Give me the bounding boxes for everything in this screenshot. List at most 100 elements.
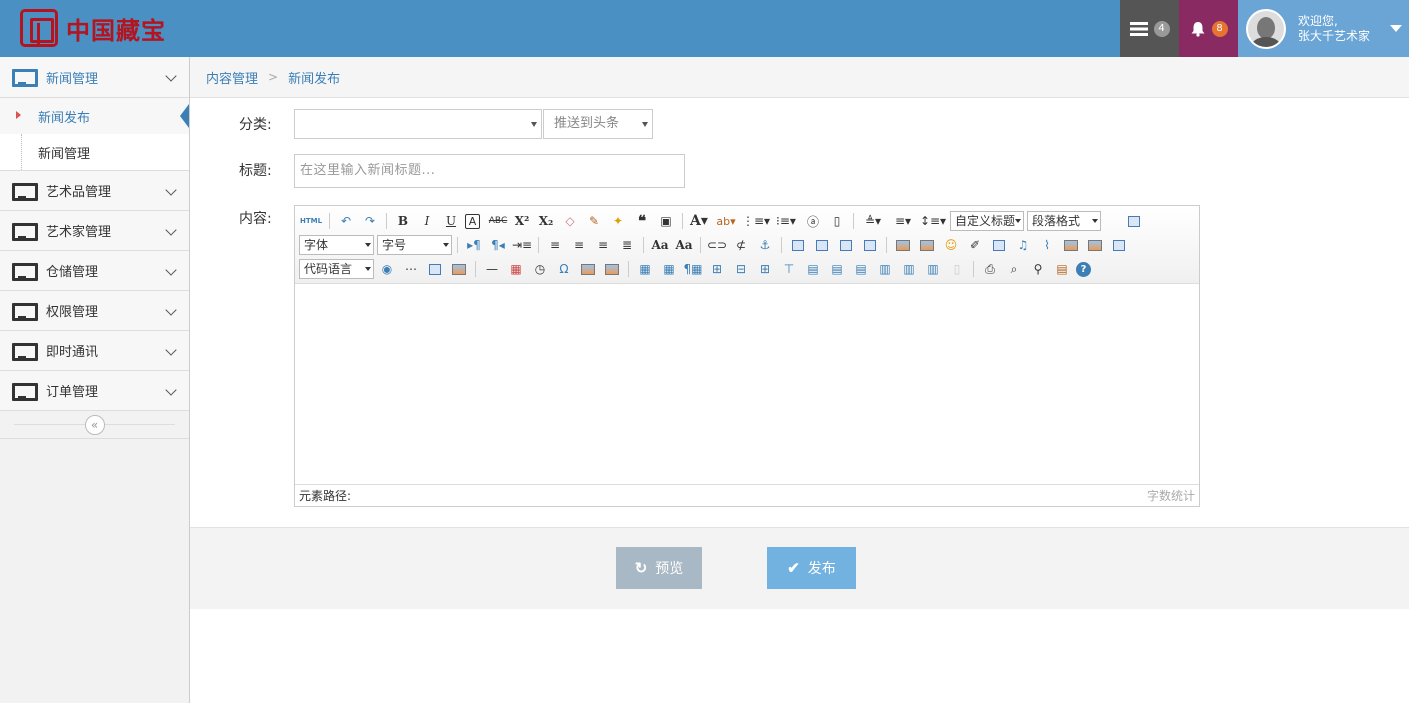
underline-button[interactable]: U — [441, 211, 461, 231]
sidebar-subitem-news-manage[interactable]: 新闻管理 — [0, 134, 189, 170]
auto-format-button[interactable]: ✦ — [608, 211, 628, 231]
charts-button[interactable]: ▯ — [947, 259, 967, 279]
attachment-button[interactable]: ⌇ — [1037, 235, 1057, 255]
ordered-list-button[interactable]: ⋮≡▾ — [742, 211, 770, 231]
sidebar-item-orders[interactable]: 订单管理 — [0, 371, 189, 411]
print-button[interactable]: ⎙ — [980, 259, 1000, 279]
direction-ltr-button[interactable]: ▸¶ — [464, 235, 484, 255]
insert-video-button[interactable] — [989, 235, 1009, 255]
italic-button[interactable]: I — [417, 211, 437, 231]
date-button[interactable]: ▦ — [506, 259, 526, 279]
webapp-button[interactable]: ◉ — [377, 259, 397, 279]
html-source-button[interactable]: HTML — [299, 211, 323, 231]
align-left-button[interactable]: ≡ — [545, 235, 565, 255]
indent-button[interactable]: ⇥≡ — [512, 235, 532, 255]
horizontal-rule-button[interactable]: — — [482, 259, 502, 279]
push-headline-select[interactable]: 推送到头条 — [543, 109, 653, 139]
bold-button[interactable]: B — [393, 211, 413, 231]
sidebar-item-messaging[interactable]: 即时通讯 — [0, 331, 189, 371]
breadcrumb-item-content[interactable]: 内容管理 — [206, 68, 258, 87]
search-replace-button[interactable]: ⚲ — [1028, 259, 1048, 279]
time-button[interactable]: ◷ — [530, 259, 550, 279]
uppercase-button[interactable]: Aa — [674, 235, 694, 255]
merge-down-button[interactable]: ▤ — [851, 259, 871, 279]
row-spacing-bottom-button[interactable]: ≡▾ — [890, 211, 916, 231]
fullscreen-button[interactable] — [1124, 211, 1144, 231]
code-language-select[interactable]: 代码语言 — [299, 259, 374, 279]
preview-page-button[interactable]: ⌕ — [1004, 259, 1024, 279]
brand-logo[interactable]: 中国藏宝 — [20, 9, 166, 47]
split-rows-button[interactable]: ▥ — [899, 259, 919, 279]
superscript-button[interactable]: X² — [512, 211, 532, 231]
background-color-button[interactable]: ab▾ — [713, 211, 739, 231]
special-chars-button[interactable]: Ω — [554, 259, 574, 279]
sidebar-subitem-news-publish[interactable]: 新闻发布 — [0, 98, 189, 134]
image-center-button[interactable] — [860, 235, 880, 255]
sidebar-item-artworks[interactable]: 艺术品管理 — [0, 171, 189, 211]
undo-button[interactable]: ↶ — [336, 211, 356, 231]
clear-document-button[interactable]: ▯ — [827, 211, 847, 231]
insert-paragraph-before-table-button[interactable]: ¶▦ — [683, 259, 703, 279]
align-center-button[interactable]: ≡ — [569, 235, 589, 255]
breadcrumb-item-news-publish[interactable]: 新闻发布 — [288, 68, 340, 87]
insert-frame-button[interactable] — [1109, 235, 1129, 255]
link-button[interactable]: ⊂⊃ — [707, 235, 727, 255]
emotion-button[interactable]: ☺ — [941, 235, 961, 255]
user-menu[interactable]: 欢迎您, 张大千艺术家 — [1238, 0, 1409, 57]
direction-rtl-button[interactable]: ¶◂ — [488, 235, 508, 255]
sidebar-collapse-button[interactable]: « — [84, 414, 105, 435]
strikethrough-button[interactable]: ABC — [488, 211, 508, 231]
eraser-button[interactable]: ◇ — [560, 211, 580, 231]
delete-col-button[interactable]: ⊤ — [779, 259, 799, 279]
messages-button[interactable]: 4 — [1120, 0, 1179, 57]
font-border-button[interactable]: A — [465, 213, 480, 229]
insert-table-button[interactable]: ▦ — [635, 259, 655, 279]
drafts-button[interactable]: ▤ — [1052, 259, 1072, 279]
subscript-button[interactable]: X₂ — [536, 211, 556, 231]
pagebreak-button[interactable]: ⋯ — [401, 259, 421, 279]
music-button[interactable]: ♫ — [1013, 235, 1033, 255]
category-select[interactable] — [294, 109, 542, 139]
delete-table-button[interactable]: ▦ — [659, 259, 679, 279]
snapscreen-button[interactable] — [602, 259, 622, 279]
insert-row-button[interactable]: ⊞ — [707, 259, 727, 279]
line-height-button[interactable]: ↕≡▾ — [920, 211, 946, 231]
help-button[interactable]: ? — [1076, 261, 1091, 277]
paste-plain-button[interactable]: ▣ — [656, 211, 676, 231]
font-family-select[interactable]: 字体 — [299, 235, 374, 255]
insert-col-button[interactable]: ⊞ — [755, 259, 775, 279]
align-right-button[interactable]: ≡ — [593, 235, 613, 255]
row-spacing-top-button[interactable]: ≜▾ — [860, 211, 886, 231]
font-size-select[interactable]: 字号 — [377, 235, 452, 255]
sidebar-item-news[interactable]: 新闻管理 — [0, 57, 189, 98]
unordered-list-button[interactable]: ⁝≡▾ — [773, 211, 799, 231]
editor-content-area[interactable] — [295, 284, 1199, 484]
merge-cells-button[interactable]: ▤ — [803, 259, 823, 279]
wordimage-button[interactable] — [578, 259, 598, 279]
insert-image-button[interactable] — [917, 235, 937, 255]
image-none-button[interactable] — [788, 235, 808, 255]
lowercase-button[interactable]: Aa — [650, 235, 670, 255]
sidebar-item-artists[interactable]: 艺术家管理 — [0, 211, 189, 251]
scrawl-button[interactable]: ✐ — [965, 235, 985, 255]
image-right-button[interactable] — [836, 235, 856, 255]
custom-title-select[interactable]: 自定义标题 — [950, 211, 1024, 231]
image-left-button[interactable] — [812, 235, 832, 255]
align-justify-button[interactable]: ≣ — [617, 235, 637, 255]
preview-button[interactable]: ↻ 预览 — [616, 547, 702, 589]
redo-button[interactable]: ↷ — [360, 211, 380, 231]
publish-button[interactable]: ✔ 发布 — [767, 547, 856, 589]
merge-right-button[interactable]: ▤ — [827, 259, 847, 279]
format-painter-button[interactable]: ✎ — [584, 211, 604, 231]
anchor-button[interactable]: ⚓ — [755, 235, 775, 255]
title-input[interactable]: 在这里输入新闻标题... — [294, 154, 685, 188]
delete-row-button[interactable]: ⊟ — [731, 259, 751, 279]
split-cells-button[interactable]: ▥ — [875, 259, 895, 279]
blockquote-button[interactable]: ❝ — [632, 211, 652, 231]
split-cols-button[interactable]: ▥ — [923, 259, 943, 279]
background-button[interactable] — [449, 259, 469, 279]
map-button[interactable] — [1061, 235, 1081, 255]
gmap-button[interactable] — [1085, 235, 1105, 255]
template-button[interactable] — [425, 259, 445, 279]
paragraph-format-select[interactable]: 段落格式 — [1027, 211, 1101, 231]
